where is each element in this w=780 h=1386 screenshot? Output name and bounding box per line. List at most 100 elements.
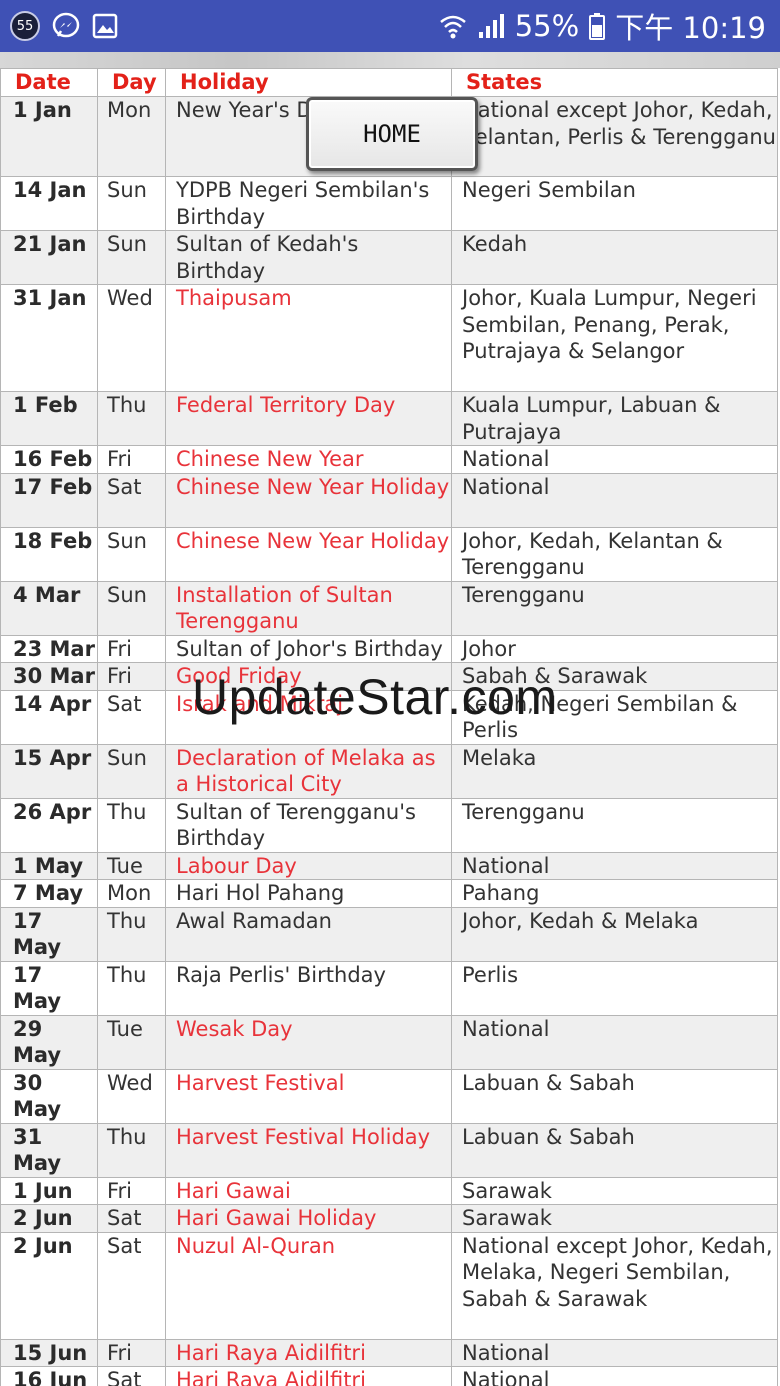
table-row: 23 Mar Fri Sultan of Johor's Birthday Johor — [0, 634, 778, 663]
battery-percent: 55% — [514, 9, 580, 43]
cell-day: Sun — [97, 176, 166, 231]
cell-day: Sat — [97, 689, 166, 745]
table-row: 17 Feb Sat Chinese New Year Holiday Nationa… — [0, 472, 778, 528]
cell-holiday: Installation of Sultan Terengganu — [165, 580, 452, 636]
cell-day: Thu — [97, 391, 166, 446]
cell-date: 1 Jun — [0, 1176, 98, 1205]
cell-states: Terengganu — [451, 797, 778, 853]
cell-states: Johor, Kedah & Melaka — [451, 906, 778, 962]
cell-holiday: Chinese New Year Holiday — [165, 472, 452, 528]
column-header-holiday: Holiday — [165, 68, 452, 97]
cell-day: Sun — [97, 526, 166, 582]
cell-date: 1 May — [0, 851, 98, 880]
cell-states: Negeri Sembilan — [451, 176, 778, 231]
cell-holiday: Raja Perlis' Birthday — [165, 960, 452, 1016]
cell-day: Sat — [97, 1366, 166, 1386]
table-row: 15 Jun Fri Hari Raya Aidilfitri National — [0, 1338, 778, 1367]
cell-states: Labuan & Sabah — [451, 1122, 778, 1178]
table-row: 14 Jan Sun YDPB Negeri Sembilan's Birthday… — [0, 176, 778, 231]
cell-states: Terengganu — [451, 580, 778, 636]
table-row: 2 Jun Sat Nuzul Al-Quran National except Jo… — [0, 1231, 778, 1340]
table-row: 2 Jun Sat Hari Gawai Holiday Sarawak — [0, 1204, 778, 1233]
cell-day: Mon — [97, 96, 166, 177]
cell-date: 14 Jan — [0, 176, 98, 231]
cell-holiday: Harvest Festival — [165, 1068, 452, 1124]
cell-holiday: Sultan of Kedah's Birthday — [165, 230, 452, 285]
cell-states: Sarawak — [451, 1176, 778, 1205]
cell-day: Fri — [97, 1338, 166, 1367]
cell-holiday: Sultan of Terengganu's Birthday — [165, 797, 452, 853]
cell-date: 29 May — [0, 1014, 98, 1070]
cell-date: 4 Mar — [0, 580, 98, 636]
cell-date: 17 May — [0, 906, 98, 962]
cell-states: National — [451, 1014, 778, 1070]
column-header-date: Date — [0, 68, 98, 97]
cell-states: Melaka — [451, 743, 778, 799]
cell-states: National except Johor, Kedah, Kelantan, … — [451, 96, 778, 177]
cell-day: Thu — [97, 960, 166, 1016]
cell-states: National — [451, 445, 778, 474]
battery-icon — [589, 12, 606, 40]
cell-day: Sun — [97, 580, 166, 636]
cell-day: Fri — [97, 445, 166, 474]
cell-holiday: Hari Gawai — [165, 1176, 452, 1205]
cell-day: Sat — [97, 1204, 166, 1233]
cell-date: 1 Jan — [0, 96, 98, 177]
cell-date: 16 Jun — [0, 1366, 98, 1386]
cell-date: 15 Apr — [0, 743, 98, 799]
table-row: 21 Jan Sun Sultan of Kedah's Birthday Kedah — [0, 230, 778, 285]
cell-day: Thu — [97, 1122, 166, 1178]
cell-date: 15 Jun — [0, 1338, 98, 1367]
cell-date: 26 Apr — [0, 797, 98, 853]
cell-date: 23 Mar — [0, 634, 98, 663]
cell-holiday: Hari Raya Aidilfitri — [165, 1366, 452, 1386]
cell-date: 16 Feb — [0, 445, 98, 474]
cell-day: Thu — [97, 797, 166, 853]
table-row: 16 Jun Sat Hari Raya Aidilfitri National — [0, 1366, 778, 1386]
cell-states: Johor, Kedah, Kelantan & Terengganu — [451, 526, 778, 582]
cell-day: Sun — [97, 743, 166, 799]
cell-date: 7 May — [0, 879, 98, 908]
column-header-day: Day — [97, 68, 166, 97]
cell-holiday: Wesak Day — [165, 1014, 452, 1070]
table-row: 16 Feb Fri Chinese New Year National — [0, 445, 778, 474]
messenger-icon — [52, 12, 80, 40]
table-row: 31 Jan Wed Thaipusam Johor, Kuala Lumpur, N… — [0, 284, 778, 392]
table-header-row: Date Day Holiday States — [0, 68, 778, 97]
cell-holiday: Declaration of Melaka as a Historical Ci… — [165, 743, 452, 799]
image-icon — [92, 13, 118, 39]
cell-holiday: Federal Territory Day — [165, 391, 452, 446]
wifi-icon — [439, 12, 467, 40]
cell-date: 1 Feb — [0, 391, 98, 446]
table-row: 29 May Tue Wesak Day National — [0, 1014, 778, 1070]
cell-day: Wed — [97, 284, 166, 392]
cell-day: Fri — [97, 634, 166, 663]
table-row: 7 May Mon Hari Hol Pahang Pahang — [0, 879, 778, 908]
paper-texture — [0, 52, 780, 68]
watermark: UpdateStar.com — [192, 669, 558, 725]
cell-holiday: Harvest Festival Holiday — [165, 1122, 452, 1178]
cell-states: Perlis — [451, 960, 778, 1016]
table-row: 18 Feb Sun Chinese New Year Holiday Johor, … — [0, 526, 778, 582]
table-row: 17 May Thu Raja Perlis' Birthday Perlis — [0, 960, 778, 1016]
cell-states: Johor, Kuala Lumpur, Negeri Sembilan, Pe… — [451, 284, 778, 392]
cell-holiday: Thaipusam — [165, 284, 452, 392]
column-header-states: States — [451, 68, 778, 97]
table-row: 1 Jun Fri Hari Gawai Sarawak — [0, 1176, 778, 1205]
cell-date: 14 Apr — [0, 689, 98, 745]
cell-holiday: YDPB Negeri Sembilan's Birthday — [165, 176, 452, 231]
table-row: 17 May Thu Awal Ramadan Johor, Kedah & Mela… — [0, 906, 778, 962]
cell-day: Sat — [97, 1231, 166, 1340]
cell-holiday: Nuzul Al-Quran — [165, 1231, 452, 1340]
table-row: 4 Mar Sun Installation of Sultan Terenggan… — [0, 580, 778, 636]
cell-date: 21 Jan — [0, 230, 98, 285]
table-row: 1 May Tue Labour Day National — [0, 851, 778, 880]
table-row: 26 Apr Thu Sultan of Terengganu's Birthday… — [0, 797, 778, 853]
cell-holiday: Sultan of Johor's Birthday — [165, 634, 452, 663]
home-button[interactable]: HOME — [306, 97, 478, 171]
cell-date: 31 Jan — [0, 284, 98, 392]
table-row: 15 Apr Sun Declaration of Melaka as a Hist… — [0, 743, 778, 799]
cell-day: Sun — [97, 230, 166, 285]
cell-states: Johor — [451, 634, 778, 663]
cell-holiday: Hari Hol Pahang — [165, 879, 452, 908]
